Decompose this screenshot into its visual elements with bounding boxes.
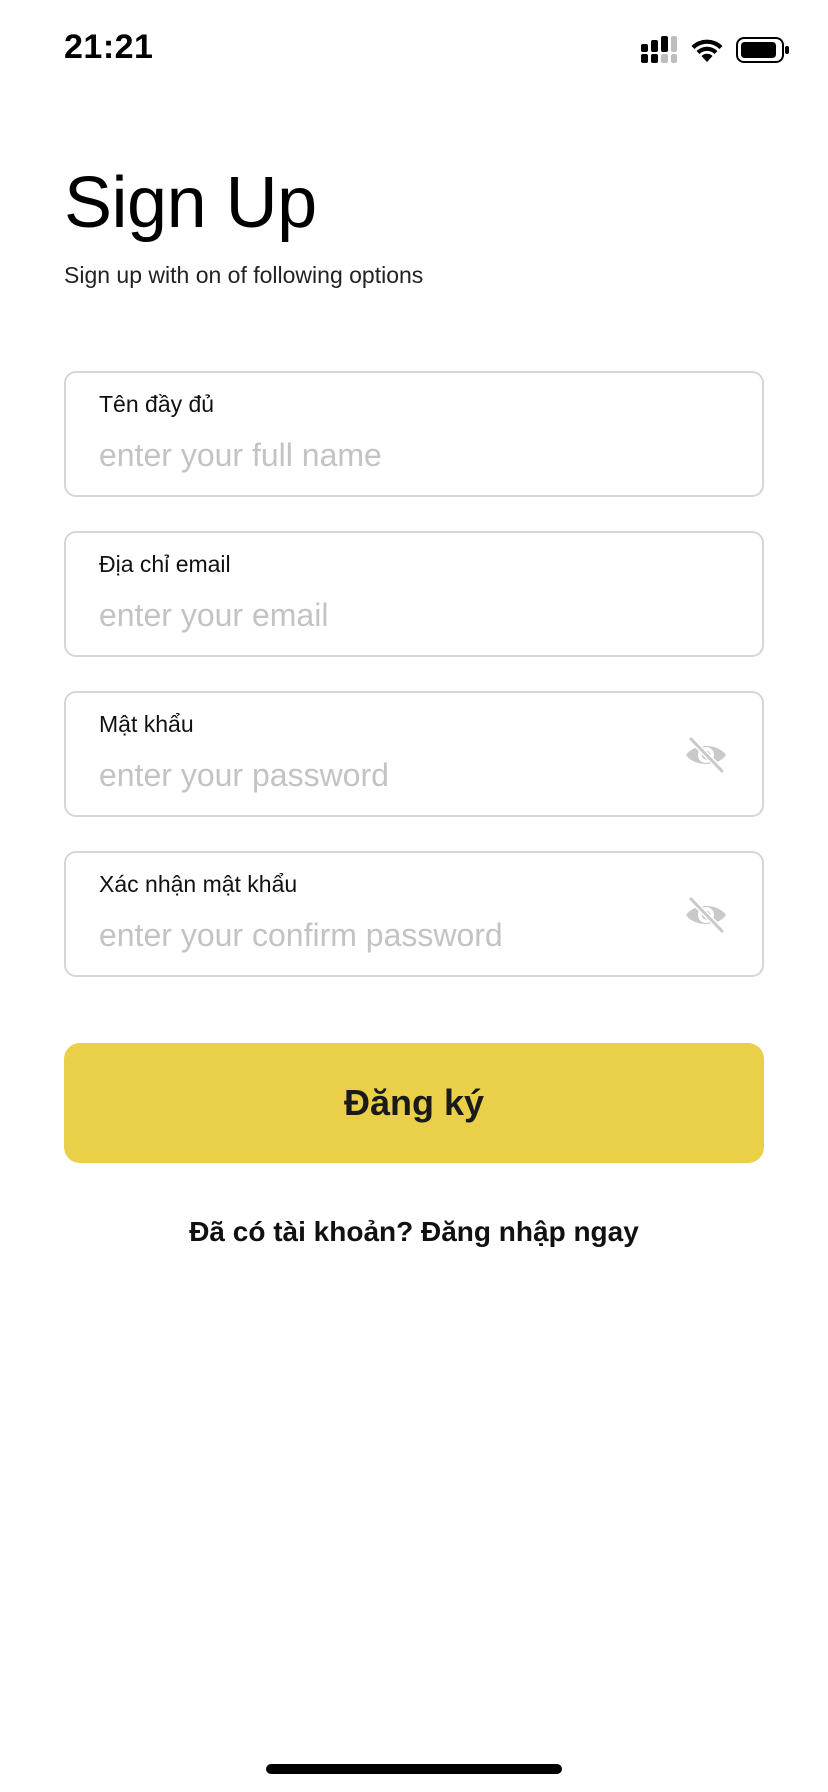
password-input[interactable] bbox=[97, 751, 661, 799]
password-label: Mật khẩu bbox=[99, 711, 194, 737]
page-subtitle: Sign up with on of following options bbox=[64, 262, 424, 288]
email-input[interactable] bbox=[97, 591, 661, 639]
full-name-input[interactable] bbox=[97, 431, 661, 479]
status-icons bbox=[640, 36, 790, 69]
password-field[interactable]: Mật khẩu bbox=[64, 691, 764, 817]
sign-up-button[interactable]: Đăng ký bbox=[64, 1043, 764, 1163]
wifi-icon bbox=[690, 37, 724, 68]
confirm-password-visibility-toggle[interactable] bbox=[682, 895, 730, 935]
confirm-password-field[interactable]: Xác nhận mật khẩu bbox=[64, 851, 764, 977]
login-link[interactable]: Đã có tài khoản? Đăng nhập ngay bbox=[0, 1216, 828, 1248]
status-bar: 21:21 bbox=[0, 0, 828, 100]
email-label: Địa chỉ email bbox=[99, 551, 231, 577]
password-visibility-toggle[interactable] bbox=[682, 735, 730, 775]
eye-off-icon bbox=[682, 735, 730, 775]
eye-off-icon bbox=[682, 895, 730, 935]
confirm-password-label: Xác nhận mật khẩu bbox=[99, 871, 298, 897]
email-field[interactable]: Địa chỉ email bbox=[64, 531, 764, 657]
full-name-field[interactable]: Tên đầy đủ bbox=[64, 371, 764, 497]
home-indicator bbox=[266, 1764, 562, 1774]
battery-icon bbox=[736, 37, 790, 68]
status-time: 21:21 bbox=[64, 28, 154, 66]
page-title: Sign Up bbox=[64, 163, 317, 243]
full-name-label: Tên đầy đủ bbox=[99, 391, 215, 417]
cellular-signal-icon bbox=[640, 36, 678, 69]
confirm-password-input[interactable] bbox=[97, 911, 661, 959]
